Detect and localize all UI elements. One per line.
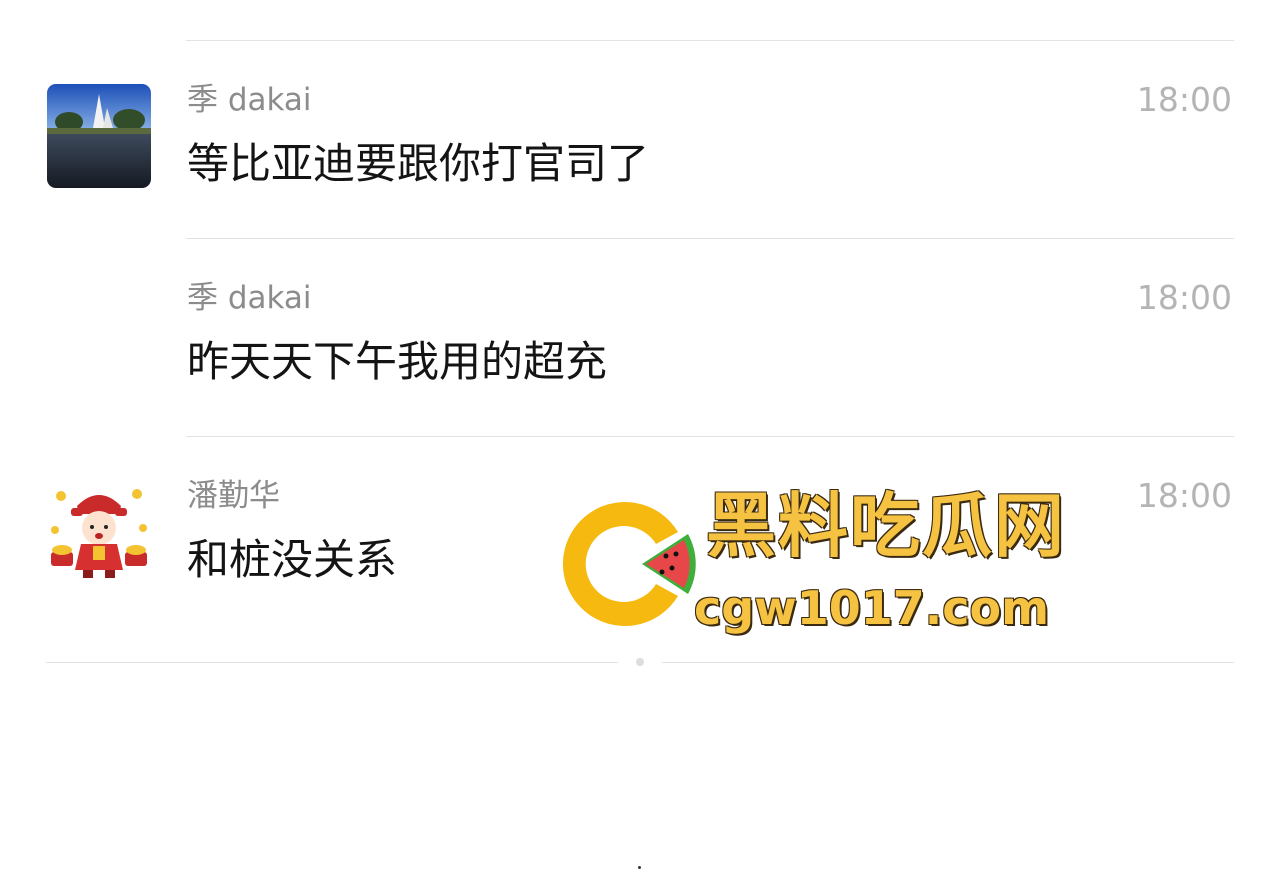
bottom-dot <box>638 866 641 869</box>
watermark-title: 黑料吃瓜网 <box>706 485 1066 567</box>
message-item[interactable]: 季 dakai 18:00 昨天天下午我用的超充 <box>0 238 1280 436</box>
sender-name: 季 dakai <box>187 280 312 316</box>
message-text: 和桩没关系 <box>187 535 398 584</box>
message-time: 18:00 <box>1136 476 1232 515</box>
avatar[interactable] <box>47 480 151 584</box>
message-time: 18:00 <box>1136 80 1232 119</box>
avatar[interactable] <box>47 84 151 188</box>
message-text: 昨天天下午我用的超充 <box>187 337 608 386</box>
site-watermark: 黑料吃瓜网 cgw1017.com <box>556 484 1096 644</box>
message-time: 18:00 <box>1136 278 1232 317</box>
sender-name: 季 dakai <box>187 82 312 118</box>
sender-name: 潘勤华 <box>187 478 280 514</box>
message-item[interactable]: 季 dakai 18:00 等比亚迪要跟你打官司了 <box>0 40 1280 238</box>
message-text: 等比亚迪要跟你打官司了 <box>187 139 650 188</box>
watermark-logo-icon <box>562 502 696 626</box>
list-end-divider-right <box>662 662 1234 663</box>
watermark-url: cgw1017.com <box>694 581 1049 635</box>
page-indicator-dot <box>636 658 644 666</box>
cartoon-fortune-god-avatar <box>47 480 151 584</box>
list-end-divider-left <box>46 662 618 663</box>
landscape-photo-avatar <box>47 84 151 188</box>
